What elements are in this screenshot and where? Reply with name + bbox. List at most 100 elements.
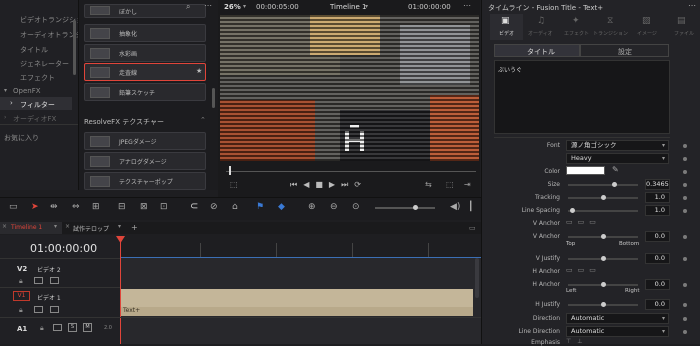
- link-icon[interactable]: ⊘: [210, 202, 218, 212]
- font-dropdown[interactable]: 源ノ角ゴシック ▾: [566, 140, 669, 151]
- eyedropper-icon[interactable]: ✎: [612, 165, 619, 174]
- transport-controls[interactable]: ⏮◀■▶⏭⟳: [290, 180, 367, 190]
- chevron-up-icon[interactable]: ⌃: [200, 116, 206, 124]
- effects-scrollbar[interactable]: [212, 88, 215, 108]
- tab-audio[interactable]: ♫ オーディオ: [526, 14, 559, 40]
- keyframe-dot[interactable]: [683, 303, 687, 307]
- search-icon[interactable]: ⌕: [186, 2, 190, 12]
- lock-icon[interactable]: 🔒︎: [19, 306, 23, 315]
- track-output-icon[interactable]: [53, 324, 62, 331]
- effect-item[interactable]: 抽象化: [84, 24, 206, 42]
- zoom-slider[interactable]: [375, 205, 435, 210]
- keyframe-dot[interactable]: [683, 144, 687, 148]
- track-id-v1[interactable]: V1: [13, 291, 30, 301]
- color-swatch[interactable]: [566, 166, 605, 175]
- audio-icon[interactable]: ◀): [450, 202, 460, 212]
- playhead-marker[interactable]: [229, 166, 231, 175]
- viewer-mode-icon[interactable]: ⬚: [230, 180, 238, 189]
- chevron-down-icon[interactable]: ▾: [243, 3, 246, 10]
- v-justify-field[interactable]: 0.0: [645, 253, 670, 264]
- zoom-level[interactable]: 26%: [224, 3, 241, 11]
- h-justify-field[interactable]: 0.0: [645, 299, 670, 310]
- timeline-scrollbar[interactable]: [475, 258, 479, 298]
- track-output-icon[interactable]: [34, 306, 43, 313]
- effect-item[interactable]: テクスチャーポップ: [84, 172, 206, 190]
- tab-file[interactable]: ▤ ファイル: [666, 14, 699, 40]
- keyframe-dot[interactable]: [683, 317, 687, 321]
- auto-select-icon[interactable]: [50, 277, 59, 284]
- size-slider[interactable]: [568, 182, 638, 187]
- dynamic-trim-icon[interactable]: ⇔: [72, 202, 80, 212]
- selection-tool-icon[interactable]: ➤: [31, 202, 39, 212]
- flag-icon[interactable]: ⚑: [256, 202, 264, 212]
- sidebar-scrollbar[interactable]: [73, 20, 76, 75]
- v-anchor-slider[interactable]: [568, 234, 638, 239]
- more-options-icon[interactable]: ⋯: [204, 1, 212, 10]
- tab-transitions[interactable]: ⧖ トランジション: [593, 14, 629, 40]
- match-frame-icon[interactable]: ⇆: [425, 180, 432, 189]
- v-justify-slider[interactable]: [568, 256, 638, 261]
- track-id-v2[interactable]: V2: [17, 265, 27, 273]
- line-spacing-field[interactable]: 1.0: [645, 205, 670, 216]
- keyframe-dot[interactable]: [683, 157, 687, 161]
- line-direction-dropdown[interactable]: Automatic ▾: [566, 326, 669, 337]
- zoom-detail-icon[interactable]: ⊖: [330, 202, 338, 212]
- sidebar-item-titles[interactable]: タイトル: [20, 45, 48, 55]
- tab-timeline-1[interactable]: × Timeline 1 ▾: [0, 222, 62, 234]
- auto-select-icon[interactable]: [50, 306, 59, 313]
- keyframe-dot[interactable]: [683, 257, 687, 261]
- text-input-area[interactable]: ぶいうぐ: [494, 60, 670, 134]
- sidebar-item-effects[interactable]: エフェクト: [20, 73, 55, 83]
- sidebar-item-filter[interactable]: フィルター: [20, 100, 55, 110]
- sidebar-item-favorites[interactable]: お気に入り: [4, 133, 39, 143]
- keyframe-dot[interactable]: [683, 283, 687, 287]
- more-options-icon[interactable]: ⋯: [688, 1, 696, 10]
- snapping-icon[interactable]: ⊂: [190, 201, 198, 212]
- direction-dropdown[interactable]: Automatic ▾: [566, 313, 669, 324]
- effect-item[interactable]: アナログダメージ: [84, 152, 206, 170]
- fullscreen-icon[interactable]: ⬚: [446, 180, 454, 189]
- sidebar-item-audio-fx[interactable]: オーディオFX: [13, 114, 56, 124]
- zoom-full-icon[interactable]: ⊕: [308, 202, 316, 212]
- h-anchor-slider[interactable]: [568, 282, 638, 287]
- keyframe-dot[interactable]: [683, 196, 687, 200]
- keyframe-dot[interactable]: [683, 170, 687, 174]
- effect-item[interactable]: 鉛筆スケッチ: [84, 83, 206, 101]
- size-field[interactable]: 0.3465: [645, 179, 670, 190]
- effect-item-selected[interactable]: 走査線: [84, 63, 206, 81]
- effect-item[interactable]: JPEGダメージ: [84, 132, 206, 150]
- h-justify-slider[interactable]: [568, 302, 638, 307]
- video-frame[interactable]: [220, 15, 479, 161]
- mute-button[interactable]: M: [83, 323, 92, 332]
- more-options-icon[interactable]: ⋯: [463, 1, 471, 10]
- solo-button[interactable]: S: [68, 323, 77, 332]
- keyframe-dot[interactable]: [683, 330, 687, 334]
- h-anchor-field[interactable]: 0.0: [645, 279, 670, 290]
- chevron-down-icon[interactable]: ▾: [365, 3, 368, 10]
- font-weight-dropdown[interactable]: Heavy ▾: [566, 153, 669, 164]
- loop-icon[interactable]: ⇥: [464, 180, 471, 189]
- subtab-title[interactable]: タイトル: [494, 44, 580, 57]
- subtab-settings[interactable]: 設定: [580, 44, 669, 57]
- expand-icon[interactable]: ▭: [469, 224, 476, 232]
- blade-tool-icon[interactable]: ⊞: [92, 202, 100, 212]
- close-icon[interactable]: ×: [65, 223, 70, 230]
- keyframe-dot[interactable]: [683, 235, 687, 239]
- favorite-star-icon[interactable]: ★: [196, 67, 202, 75]
- tracking-slider[interactable]: [568, 195, 638, 200]
- add-tab-button[interactable]: +: [131, 223, 138, 232]
- trim-tool-icon[interactable]: ⇹: [50, 202, 58, 212]
- line-spacing-slider[interactable]: [568, 208, 638, 213]
- tab-image[interactable]: ▨ イメージ: [631, 14, 664, 40]
- lock-icon[interactable]: 🔒︎: [40, 324, 44, 333]
- track-output-icon[interactable]: [34, 277, 43, 284]
- sidebar-item-openfx[interactable]: OpenFX: [13, 87, 41, 95]
- tab-video[interactable]: ▣ ビデオ: [490, 14, 523, 40]
- v-anchor-field[interactable]: 0.0: [645, 231, 670, 242]
- h-anchor-buttons[interactable]: ▭▭▭: [566, 266, 601, 274]
- layout-icon[interactable]: ▭: [9, 202, 18, 212]
- viewer-timeline-name[interactable]: Timeline 1: [330, 3, 366, 11]
- tracking-field[interactable]: 1.0: [645, 192, 670, 203]
- scrubber-track[interactable]: [226, 171, 476, 172]
- v-anchor-buttons[interactable]: ▭▭▭: [566, 218, 601, 226]
